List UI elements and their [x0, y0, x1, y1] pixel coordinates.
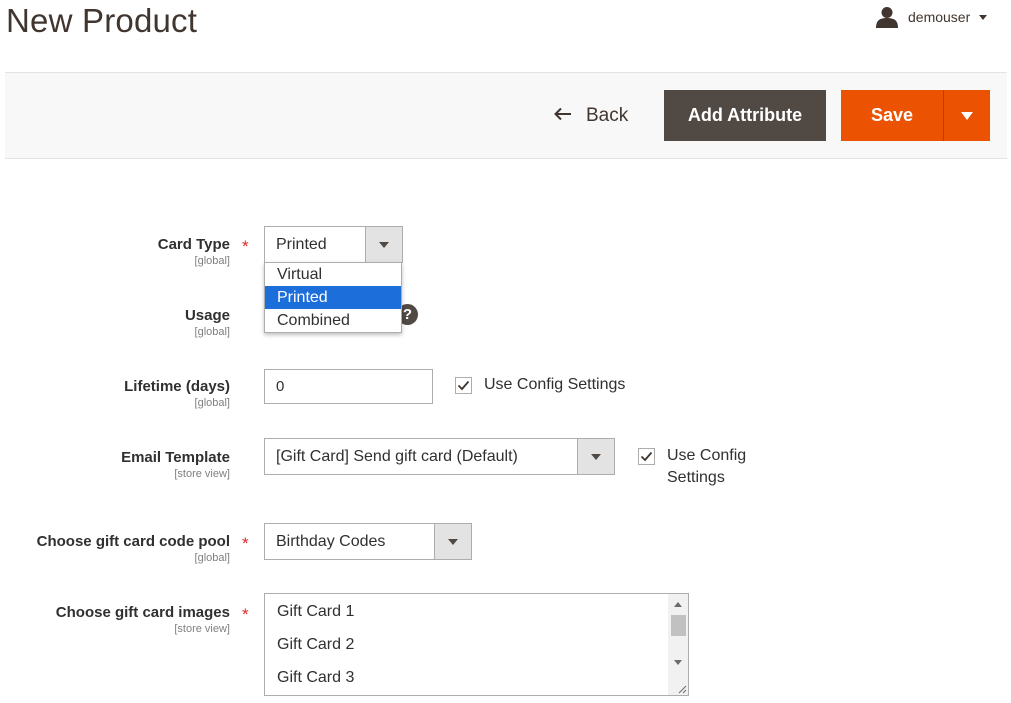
checkmark-icon	[640, 451, 653, 462]
usage-label: Usage	[184, 307, 230, 324]
scrollbar[interactable]	[668, 594, 688, 695]
email-template-value: [Gift Card] Send gift card (Default)	[276, 447, 518, 465]
code-pool-scope: [global]	[194, 552, 230, 564]
required-marker: *	[242, 534, 249, 553]
dropdown-arrow-icon	[365, 227, 402, 262]
arrow-left-icon	[554, 107, 572, 126]
email-template-use-config-checkbox[interactable]	[638, 448, 655, 465]
images-option[interactable]: Gift Card 3	[277, 669, 354, 687]
user-menu[interactable]: demouser	[876, 6, 988, 28]
lifetime-scope: [global]	[194, 397, 230, 409]
required-marker: *	[242, 605, 249, 624]
add-attribute-button[interactable]: Add Attribute	[664, 90, 826, 141]
lifetime-input[interactable]: 0	[264, 369, 433, 404]
email-template-scope: [store view]	[174, 468, 230, 480]
chevron-down-icon	[979, 14, 988, 20]
dropdown-arrow-icon	[434, 524, 471, 559]
images-scope: [store view]	[174, 623, 230, 635]
required-marker: *	[242, 237, 249, 256]
save-options-toggle[interactable]	[943, 90, 990, 141]
images-option[interactable]: Gift Card 2	[277, 636, 354, 654]
lifetime-label: Lifetime (days)	[124, 378, 230, 395]
scroll-up-icon[interactable]	[674, 602, 682, 607]
card-type-value: Printed	[276, 235, 327, 253]
images-label: Choose gift card images	[55, 604, 230, 621]
save-button[interactable]: Save	[841, 90, 943, 141]
card-type-select[interactable]: Printed	[264, 226, 403, 263]
caret-down-icon	[961, 111, 973, 120]
card-type-scope: [global]	[194, 255, 230, 267]
use-config-line-1: Use Config	[667, 447, 747, 464]
images-multiselect[interactable]: Gift Card 1 Gift Card 2 Gift Card 3	[264, 593, 689, 696]
lifetime-use-config-label[interactable]: Use Config Settings	[484, 374, 625, 396]
scrollbar-thumb[interactable]	[671, 615, 686, 636]
card-type-option-virtual[interactable]: Virtual	[265, 263, 401, 286]
scroll-down-icon[interactable]	[674, 660, 682, 665]
code-pool-select[interactable]: Birthday Codes	[264, 523, 472, 560]
usage-scope: [global]	[194, 326, 230, 338]
card-type-dropdown: Virtual Printed Combined	[264, 262, 402, 333]
email-template-use-config-label[interactable]: Use Config Settings	[667, 445, 746, 489]
checkmark-icon	[457, 380, 470, 391]
lifetime-use-config-checkbox[interactable]	[455, 377, 472, 394]
page-title: New Product	[6, 2, 198, 39]
code-pool-value: Birthday Codes	[276, 532, 386, 550]
card-type-label: Card Type	[157, 236, 230, 253]
dropdown-arrow-icon	[577, 439, 614, 474]
use-config-line-2: Settings	[667, 469, 725, 486]
back-button[interactable]: Back	[554, 104, 628, 128]
back-label: Back	[586, 105, 629, 126]
resize-grip-icon[interactable]	[677, 684, 687, 694]
card-type-option-printed[interactable]: Printed	[265, 286, 401, 309]
card-type-option-combined[interactable]: Combined	[265, 309, 401, 332]
images-option[interactable]: Gift Card 1	[277, 603, 354, 621]
user-name: demouser	[908, 9, 971, 25]
email-template-select[interactable]: [Gift Card] Send gift card (Default)	[264, 438, 615, 475]
user-icon	[876, 6, 898, 28]
email-template-label: Email Template	[121, 449, 230, 466]
code-pool-label: Choose gift card code pool	[36, 533, 230, 550]
